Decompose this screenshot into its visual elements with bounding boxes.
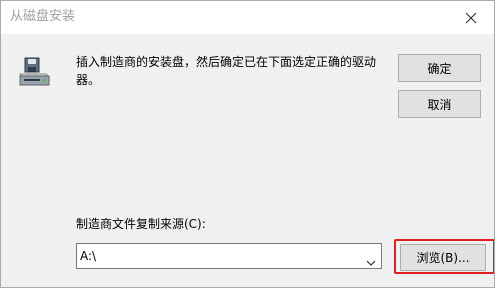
ok-button[interactable]: 确定 xyxy=(398,54,481,82)
browse-button[interactable]: 浏览(B)... xyxy=(400,244,486,271)
close-button[interactable] xyxy=(448,1,494,34)
source-label: 制造商文件复制来源(C): xyxy=(76,217,206,231)
window-title: 从磁盘安装 xyxy=(10,9,76,24)
close-icon xyxy=(465,12,477,24)
title-bar: 从磁盘安装 xyxy=(1,1,494,34)
chevron-down-icon[interactable] xyxy=(366,252,376,266)
floppy-drive-icon xyxy=(18,56,51,88)
instruction-message: 插入制造商的安装盘，然后确定已在下面选定正确的驱动器。 xyxy=(76,55,377,87)
source-path-value[interactable]: A:\ xyxy=(80,247,96,265)
install-from-disk-dialog: 从磁盘安装 插入制造商的安装盘，然后确定已在下面选定正确的驱动器。 确定 取消 … xyxy=(0,0,495,288)
source-path-combobox[interactable]: A:\ xyxy=(76,243,382,269)
cancel-button[interactable]: 取消 xyxy=(398,90,481,118)
